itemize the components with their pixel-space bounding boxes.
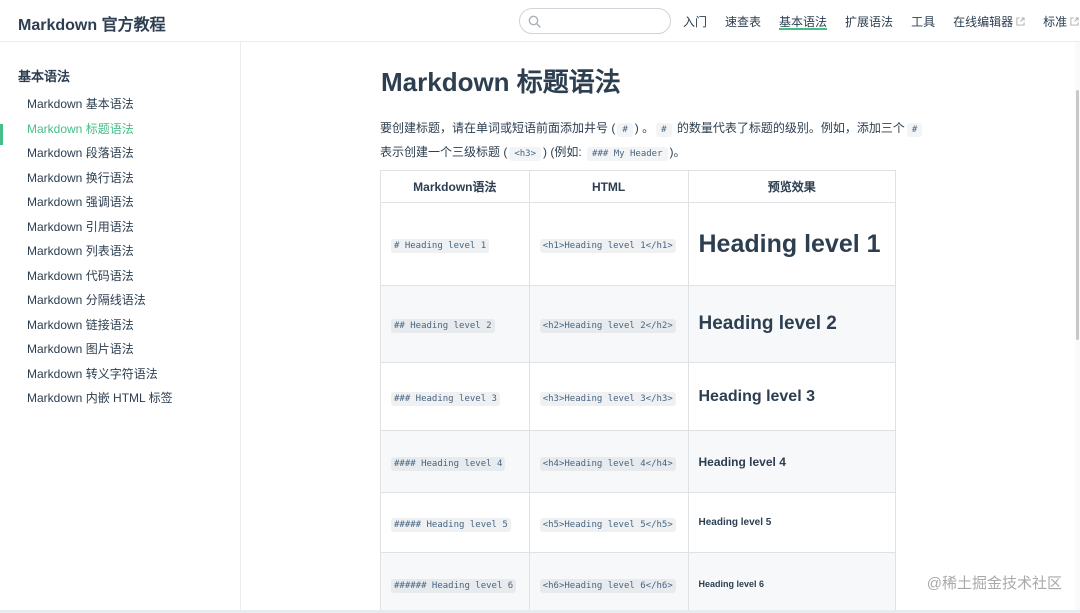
markdown-cell: # Heading level 1 [380,202,530,286]
sidebar-item-emphasis[interactable]: Markdown 强调语法 [0,195,134,209]
table-row: ### Heading level 3 <h3>Heading level 3<… [380,362,896,431]
sidebar-item-line-breaks[interactable]: Markdown 换行语法 [0,171,134,185]
markdown-code: ### Heading level 3 [391,391,500,406]
nav-links: 入门 速查表 基本语法 扩展语法 工具 在线编辑器 标准 [683,0,1080,42]
html-cell: <h1>Heading level 1</h1> [528,202,689,286]
html-code: <h1>Heading level 1</h1> [539,239,676,253]
nav-link-label: 工具 [911,14,936,29]
sidebar-item-escaping[interactable]: Markdown 转义字符语法 [0,367,158,381]
search-input[interactable] [519,8,671,34]
table-row: #### Heading level 4 <h4>Heading level 4… [380,430,896,493]
intro-text: 表示创建一个三级标题 ( [380,145,508,159]
sidebar-item-paragraphs[interactable]: Markdown 段落语法 [0,146,134,160]
watermark: @稀土掘金技术社区 [926,575,1062,592]
page-title: Markdown 标题语法 [381,67,621,97]
sidebar-item-lists[interactable]: Markdown 列表语法 [0,244,134,258]
preview-cell: Heading level 4 [687,430,896,493]
sidebar-list: Markdown 基本语法 Markdown 标题语法 Markdown 段落语… [0,92,240,411]
inline-code: ### My Header [587,147,668,161]
html-cell: <h6>Heading level 6</h6> [528,552,689,613]
external-link-icon [1016,16,1025,26]
markdown-code: #### Heading level 4 [391,456,506,471]
sidebar-item-html[interactable]: Markdown 内嵌 HTML 标签 [0,391,173,405]
table-row: ###### Heading level 6 <h6>Heading level… [380,552,896,613]
html-code: <h3>Heading level 3</h3> [539,391,676,406]
nav-link-label: 扩展语法 [845,14,894,29]
table-row: ## Heading level 2 <h2>Heading level 2</… [380,285,896,363]
sidebar-item-links[interactable]: Markdown 链接语法 [0,318,134,332]
intro-text: ) (例如: [543,145,582,159]
nav-link-label: 在线编辑器 [953,14,1014,29]
page-scrollbar[interactable] [1075,42,1080,613]
html-code: <h5>Heading level 5</h5> [539,517,676,532]
external-link-icon [1070,16,1079,26]
sidebar-item-horizontal-rules[interactable]: Markdown 分隔线语法 [0,293,146,307]
html-code: <h4>Heading level 4</h4> [539,456,676,471]
intro-text: )。 [669,145,686,159]
site-name-link[interactable]: Markdown 官方教程 [18,11,166,35]
table-header-row: Markdown语法 HTML 预览效果 [380,170,896,203]
markdown-cell: ## Heading level 2 [380,285,530,363]
navbar: Markdown 官方教程 入门 速查表 基本语法 扩展语法 工具 在线编辑器 … [0,0,1080,42]
html-cell: <h5>Heading level 5</h5> [528,492,689,553]
nav-link-tools[interactable]: 工具 [911,0,935,42]
inline-code: <h3> [509,147,542,161]
preview-cell: Heading level 3 [687,362,896,431]
inline-code: # [906,123,923,137]
markdown-cell: #### Heading level 4 [380,430,530,493]
html-cell: <h4>Heading level 4</h4> [528,430,689,493]
search-icon [528,15,541,28]
nav-link-extended-syntax[interactable]: 扩展语法 [845,0,893,42]
column-header-html: HTML [528,170,689,203]
inline-code: # [617,123,633,137]
column-header-preview: 预览效果 [687,170,896,203]
html-code: <h2>Heading level 2</h2> [539,319,676,333]
markdown-code: ## Heading level 2 [391,319,495,333]
sidebar-item-headings[interactable]: Markdown 标题语法 [0,122,134,136]
markdown-cell: ##### Heading level 5 [380,492,530,553]
intro-text: 的数量代表了标题的级别。例如，添加三个 [676,121,905,135]
markdown-cell: ### Heading level 3 [380,362,530,431]
scrollbar-thumb[interactable] [1076,90,1079,340]
intro-text: 要创建标题，请在单词或短语前面添加井号 ( [380,121,616,135]
heading-syntax-table: Markdown语法 HTML 预览效果 # Heading level 1 <… [380,170,896,613]
sidebar-item-code[interactable]: Markdown 代码语法 [0,269,134,283]
column-header-markdown: Markdown语法 [380,170,530,203]
intro-text: ) 。 [634,121,655,135]
sidebar-item-blockquotes[interactable]: Markdown 引用语法 [0,220,134,234]
markdown-code: # Heading level 1 [391,239,490,253]
intro-paragraph: 要创建标题，请在单词或短语前面添加井号 (#) 。 # 的数量代表了标题的级别。例… [380,117,940,165]
markdown-cell: ###### Heading level 6 [380,552,530,613]
nav-link-cheatsheet[interactable]: 速查表 [725,0,761,42]
html-cell: <h2>Heading level 2</h2> [528,285,689,363]
sidebar: 基本语法 Markdown 基本语法 Markdown 标题语法 Markdow… [0,42,241,613]
markdown-code: ##### Heading level 5 [391,517,511,532]
nav-link-label: 速查表 [725,14,762,29]
inline-code: # [656,123,672,137]
nav-link-online-editor[interactable]: 在线编辑器 [953,0,1025,42]
markdown-code: ###### Heading level 6 [391,578,517,593]
preview-cell: Heading level 5 [687,492,896,553]
nav-link-label: 入门 [683,14,708,29]
table-row: ##### Heading level 5 <h5>Heading level … [380,492,896,553]
nav-link-basic-syntax[interactable]: 基本语法 [779,0,828,42]
html-cell: <h3>Heading level 3</h3> [528,362,689,431]
html-code: <h6>Heading level 6</h6> [539,578,676,593]
sidebar-item-images[interactable]: Markdown 图片语法 [0,342,134,356]
table-row: # Heading level 1 <h1>Heading level 1</h… [380,202,896,286]
preview-cell: Heading level 1 [687,202,896,286]
nav-link-label: 基本语法 [779,14,828,29]
preview-cell: Heading level 2 [687,285,896,363]
sidebar-heading[interactable]: 基本语法 [18,66,70,85]
sidebar-item-basic-syntax[interactable]: Markdown 基本语法 [0,97,134,111]
nav-link-standard[interactable]: 标准 [1043,0,1079,42]
nav-link-intro[interactable]: 入门 [683,0,707,42]
nav-link-label: 标准 [1043,14,1068,29]
preview-cell: Heading level 6 [687,552,896,613]
